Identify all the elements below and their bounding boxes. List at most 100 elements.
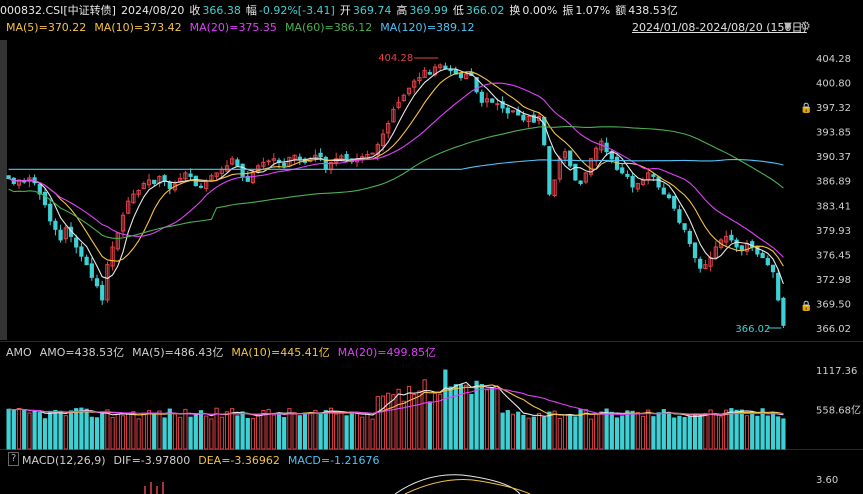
candle [651, 174, 656, 177]
volume-bar [635, 412, 640, 450]
candle [692, 242, 698, 259]
candle [666, 194, 672, 199]
candle [84, 256, 89, 266]
volume-bar [464, 384, 469, 450]
volume-bar [614, 417, 620, 450]
ma5-line [8, 68, 784, 285]
volume-bar [219, 416, 224, 450]
candle [630, 175, 635, 188]
volume-bar [594, 413, 599, 450]
candle [89, 263, 94, 278]
volume-bar [526, 417, 531, 450]
volume-bar [323, 410, 328, 450]
volume-bar [271, 414, 276, 450]
volume-bar [583, 408, 588, 450]
candle [765, 258, 770, 266]
candle [198, 185, 204, 188]
volume-ma20-line [8, 387, 784, 416]
volume-bar [661, 409, 666, 450]
volume-bar [266, 408, 271, 450]
volume-bar [328, 407, 334, 450]
low-annotation: 366.02 [735, 324, 770, 335]
candle [568, 150, 573, 167]
volume-bar [370, 418, 375, 450]
volume-bar [656, 412, 661, 450]
volume-bar [453, 384, 458, 450]
volume-bar [204, 415, 209, 450]
candle [266, 160, 271, 163]
volume-bar [365, 413, 370, 450]
volume-bar [224, 411, 230, 450]
chart-canvas[interactable]: 404.28 400.80 397.32 393.85 390.37 386.89 383.… [0, 0, 863, 494]
volume-bar [760, 408, 765, 450]
volume-bar [724, 409, 729, 450]
volume-bar [765, 415, 770, 450]
volume-bar [375, 396, 380, 450]
volume-bar [110, 416, 115, 450]
volume-bar [776, 416, 781, 450]
candle [443, 65, 448, 69]
candle [48, 203, 53, 222]
price-tick-label: 366.02 [816, 324, 851, 335]
volume-bar [531, 416, 536, 450]
volume-bar [256, 414, 261, 450]
volume-bar [703, 412, 708, 450]
volume-bar [417, 390, 422, 450]
candle [625, 173, 630, 177]
volume-bar [84, 408, 89, 450]
volume-bar [510, 413, 516, 450]
volume-bar [588, 418, 594, 450]
volume-bar [188, 416, 193, 450]
volume-bar [412, 394, 417, 450]
volume-bar [500, 412, 505, 450]
volume-bar [183, 408, 188, 450]
candle [661, 187, 666, 195]
volume-bar [157, 410, 162, 450]
volume-bar [74, 408, 79, 450]
volume-bar [620, 415, 625, 450]
volume-bar [755, 415, 760, 450]
volume-bar [568, 414, 573, 450]
volume-bar [443, 369, 448, 450]
candle [318, 152, 323, 158]
price-tick-label: 369.50 [816, 299, 851, 310]
volume-bar [625, 410, 630, 450]
volume-bar [692, 413, 698, 450]
volume-bar [609, 411, 614, 450]
volume-bar [276, 413, 282, 450]
volume-bar [100, 411, 105, 450]
candle [74, 237, 79, 248]
volume-bar [474, 380, 479, 450]
volume-bar [469, 393, 474, 450]
candle [152, 179, 157, 184]
candle [729, 234, 734, 241]
volume-bar [313, 409, 318, 450]
volume-bar [94, 417, 100, 450]
volume-bar [646, 409, 651, 450]
volume-bar [484, 389, 490, 450]
volume-bar [302, 412, 308, 450]
volume-bar [287, 408, 292, 450]
volume-bar [152, 413, 157, 450]
candle [53, 220, 58, 230]
volume-ma10-line [8, 384, 784, 417]
macd-dif-line [394, 474, 521, 494]
volume-bar [141, 412, 146, 450]
volume-bar [37, 412, 42, 450]
volume-bar [235, 415, 240, 450]
volume-bar [427, 401, 432, 450]
candle [578, 180, 583, 184]
volume-bar [131, 411, 136, 450]
volume-bar [708, 409, 713, 450]
volume-bar [542, 416, 547, 450]
volume-bar [344, 415, 349, 450]
volume-bar [297, 415, 302, 450]
volume-bar [27, 412, 32, 450]
volume-bar [677, 415, 682, 450]
volume-bar [42, 418, 48, 450]
candle [739, 245, 744, 252]
volume-bar [547, 411, 552, 450]
volume-bar [162, 417, 167, 450]
candle [505, 107, 510, 114]
volume-bar [396, 388, 401, 450]
